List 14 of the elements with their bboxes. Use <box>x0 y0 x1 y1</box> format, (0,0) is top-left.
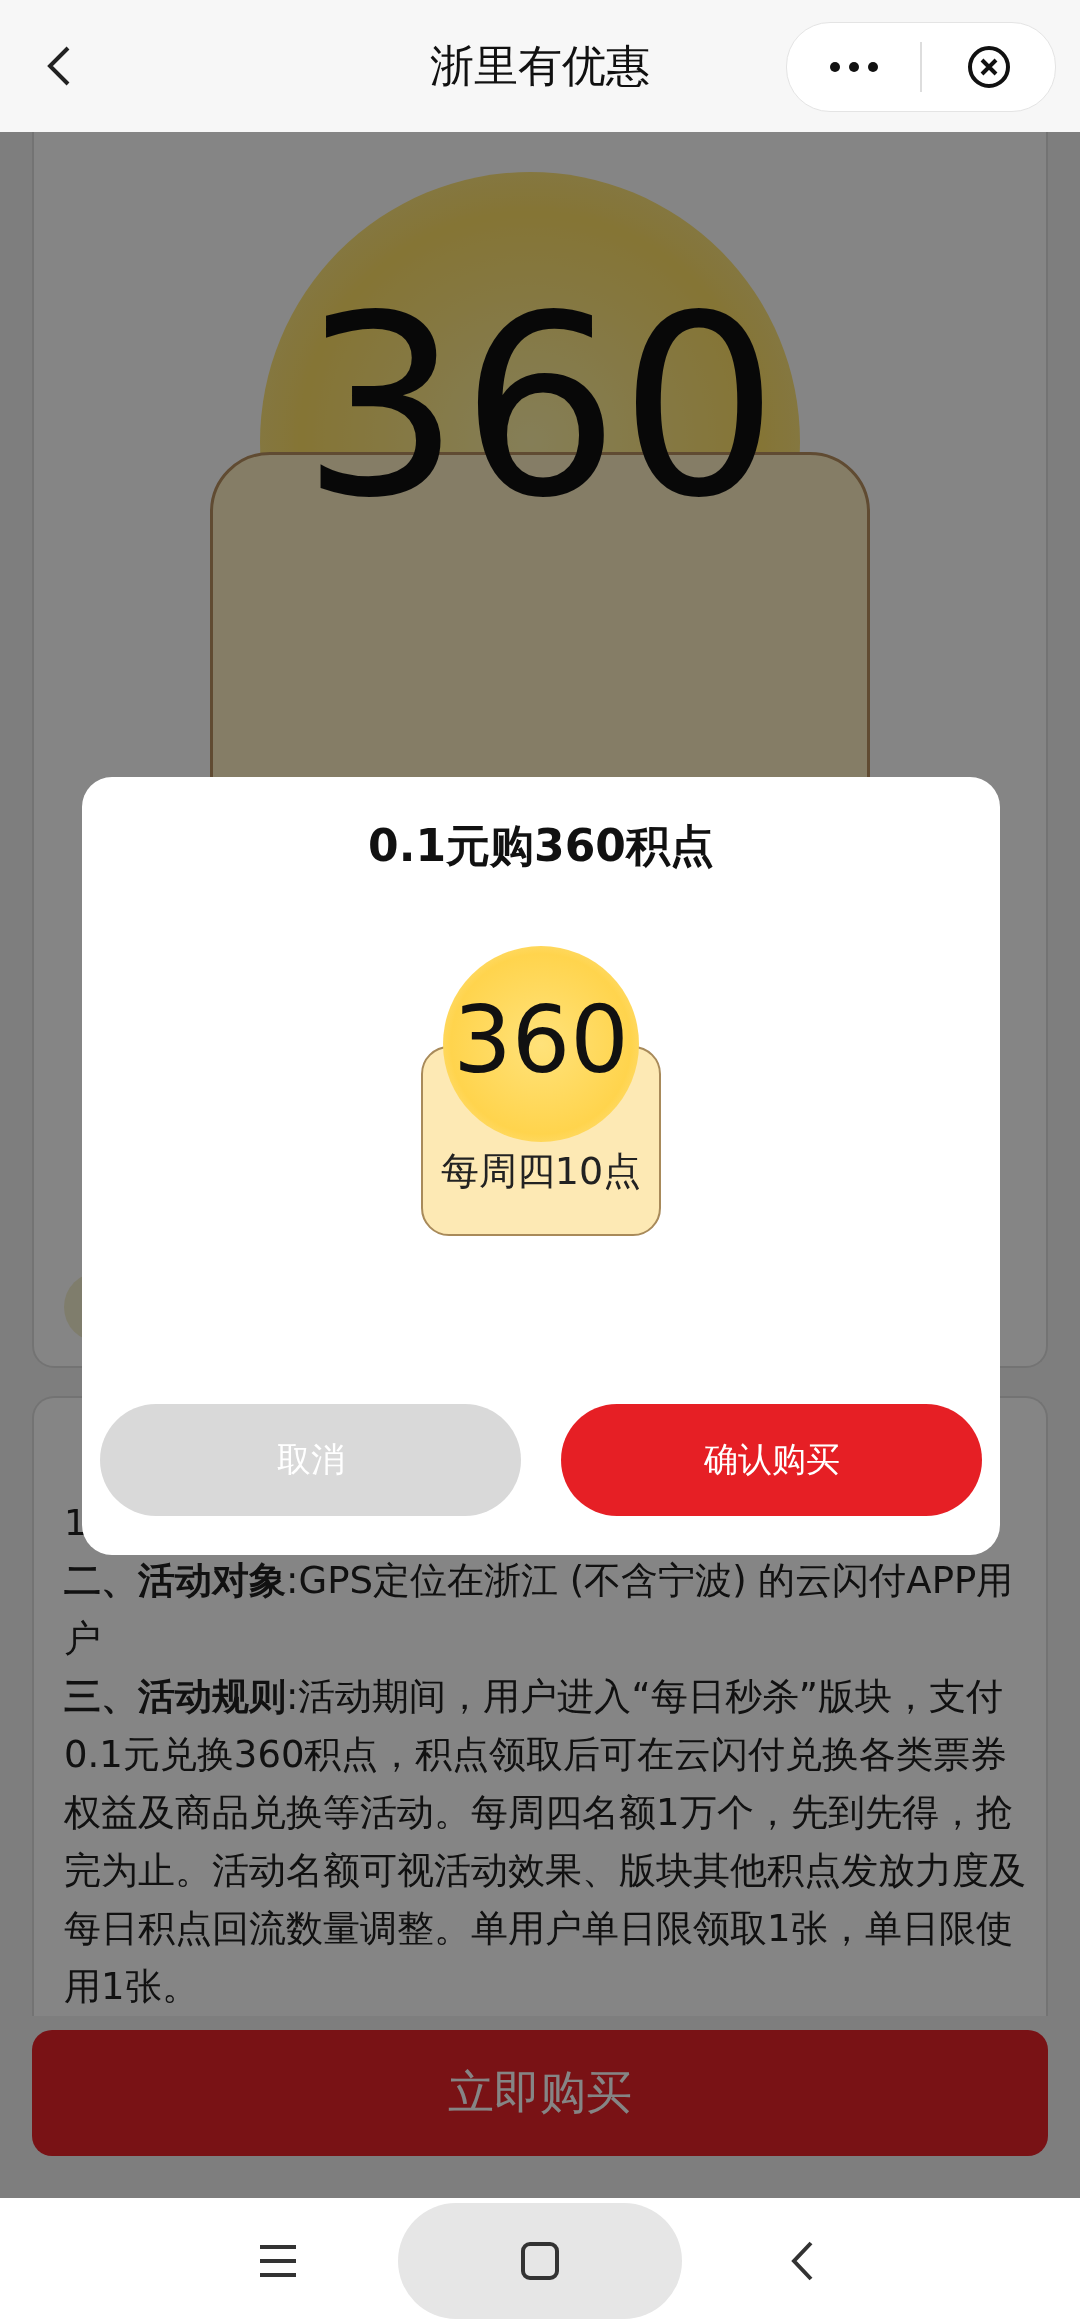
square-icon <box>520 2241 560 2281</box>
menu-icon <box>258 2244 298 2278</box>
buy-button[interactable]: 立即购买 <box>32 2030 1048 2156</box>
back-icon <box>789 2240 815 2282</box>
rules-paragraph: 二、活动对象:GPS定位在浙江 (不含宁波) 的云闪付APP用户 <box>64 1558 1015 1662</box>
rules-paragraph: 三、活动规则:活动期间，用户进入“每日秒杀”版块，支付0.1元兑换360积点，积点领取后可在云闪付兑换各类票券权益及商品兑换等活动。每周四名额1万个，先到先得，抢完为止。活动名额可视活动效果、版块其他积点发放力度及每日积点回流数量调整。单用户单日限领取1张，单日限使用1张。 <box>64 1674 1027 2010</box>
page-title: 浙里有优惠 <box>430 38 650 93</box>
more-icon <box>828 61 879 73</box>
confirm-button[interactable]: 确认购买 <box>561 1404 982 1516</box>
points-number: 360 <box>453 991 629 1091</box>
schedule-text: 每周四10点 <box>439 1148 643 1195</box>
dialog-title: 0.1元购360积点 <box>368 819 714 873</box>
points-number: 360 <box>301 282 779 532</box>
close-icon <box>966 45 1011 89</box>
